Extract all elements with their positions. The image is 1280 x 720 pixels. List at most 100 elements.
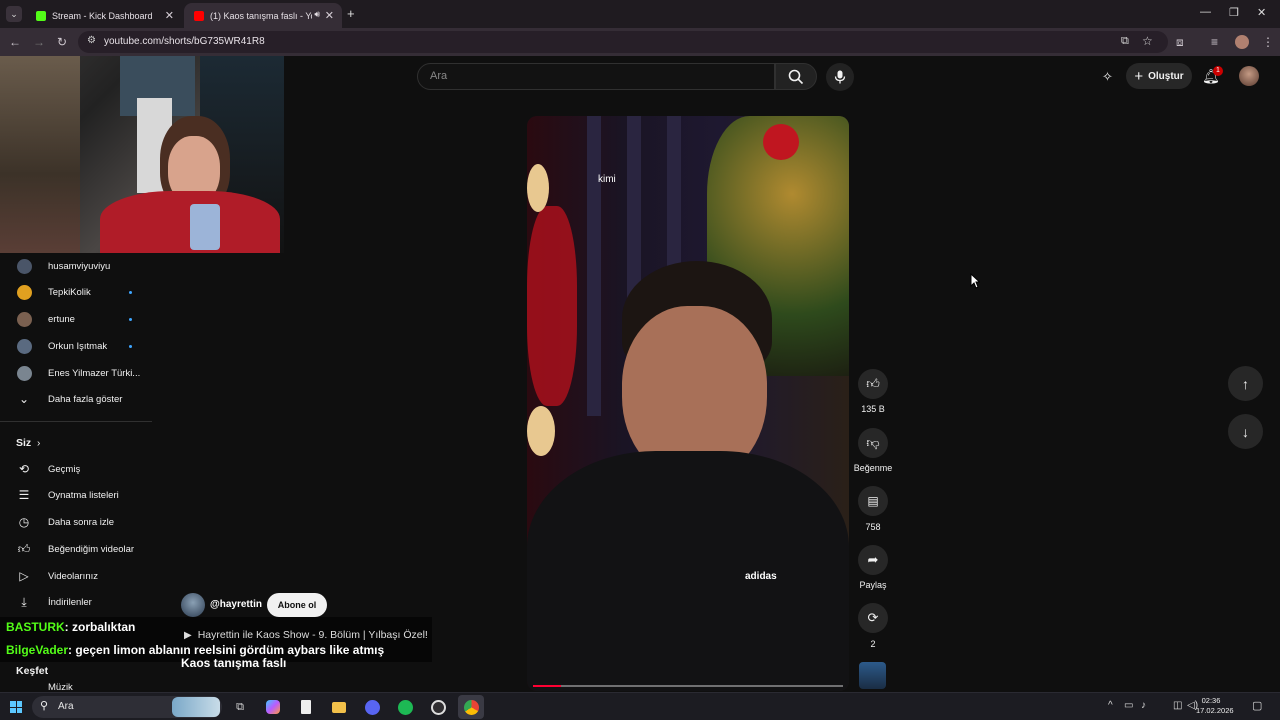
address-bar[interactable]: ⚙ youtube.com/shorts/bG735WR41R8 ⧉ ☆ xyxy=(78,31,1168,53)
dislike-button[interactable]: 👎︎ xyxy=(858,428,888,458)
url-text: youtube.com/shorts/bG735WR41R8 xyxy=(104,36,265,47)
play-icon: ▶ xyxy=(184,630,192,641)
notification-badge: 1 xyxy=(1213,66,1223,76)
close-tab-icon[interactable]: ✕ xyxy=(325,9,334,22)
sidebar-item-label: Beğendiğim videolar xyxy=(48,543,135,555)
sidebar-item-music[interactable]: Müzik xyxy=(0,682,152,692)
obs-icon[interactable] xyxy=(429,698,447,716)
clock-date: 17.02.2026 xyxy=(1196,706,1234,715)
tab-search-icon[interactable]: ⌄ xyxy=(6,6,22,22)
playlist-link[interactable]: ▶ Hayrettin ile Kaos Show - 9. Bölüm | Yı… xyxy=(184,629,428,641)
live-indicator xyxy=(129,317,132,321)
file-icon[interactable] xyxy=(297,698,315,716)
sidebar-item-playlists[interactable]: ☰ Oynatma listeleri xyxy=(0,482,152,508)
share-button[interactable]: ➦ xyxy=(858,545,888,575)
discord-icon[interactable] xyxy=(363,698,381,716)
remix-count: 2 xyxy=(870,639,876,649)
sidebar-item-label: Müzik xyxy=(48,682,73,692)
forward-icon[interactable]: → xyxy=(33,35,45,49)
remix-button[interactable]: ⟳ xyxy=(858,603,888,633)
channel-handle[interactable]: @hayrettin xyxy=(210,599,262,610)
account-avatar[interactable] xyxy=(1239,66,1259,86)
spotify-icon[interactable] xyxy=(396,698,414,716)
sidebar-channel-enes-yilmazer[interactable]: Enes Yilmazer Türki... xyxy=(0,360,152,386)
channel-name: husamviyuviyu xyxy=(48,260,111,272)
thumbs-up-icon: 👍︎ xyxy=(866,376,880,391)
channel-avatar[interactable] xyxy=(181,593,205,617)
extensions-icon[interactable]: ⧈ xyxy=(1176,35,1184,50)
create-button[interactable]: + Oluştur xyxy=(1126,63,1192,89)
sidebar-item-history[interactable]: ⟲ Geçmiş xyxy=(0,456,152,482)
taskbar-clock[interactable]: 02:36 17.02.2026 xyxy=(1196,696,1234,716)
tab-title: Stream - Kick Dashboard xyxy=(52,10,153,21)
next-short-button[interactable]: ↓ xyxy=(1228,414,1263,449)
cast-icon[interactable]: ⧉ xyxy=(1121,35,1129,48)
windows-start-icon[interactable] xyxy=(10,701,22,713)
sidebar-channel-husamviyuviyu[interactable]: husamviyuviyu xyxy=(0,253,152,279)
tray-microphone-icon[interactable]: ♪ xyxy=(1141,700,1146,711)
close-tab-icon[interactable]: ✕ xyxy=(165,9,174,22)
tray-chevron-icon[interactable]: ^ xyxy=(1108,700,1113,711)
chat-user: BilgeVader xyxy=(6,643,69,657)
tab-title: (1) Kaos tanışma faslı - YouT xyxy=(210,10,312,21)
channel-name: Orkun Işıtmak xyxy=(48,340,108,352)
tab-youtube-shorts[interactable]: (1) Kaos tanışma faslı - YouT 🔊︎ ✕ xyxy=(184,3,342,28)
sidebar-item-label: Videolarınız xyxy=(48,570,98,582)
notification-center-icon[interactable]: ▢ xyxy=(1252,699,1262,712)
sidebar-channel-ertune[interactable]: ertune xyxy=(0,306,152,332)
bookmark-star-icon[interactable]: ☆ xyxy=(1142,34,1153,48)
comment-icon: ▤ xyxy=(867,494,879,508)
studio-icon[interactable]: ✧ xyxy=(1102,69,1118,85)
tray-network-icon[interactable]: ◫ xyxy=(1173,700,1182,711)
tab-kick-dashboard[interactable]: Stream - Kick Dashboard ✕ xyxy=(26,3,182,28)
chevron-right-icon: › xyxy=(37,437,41,449)
copilot-icon[interactable] xyxy=(264,698,282,716)
media-control-icon[interactable]: ≡ xyxy=(1211,35,1218,49)
chrome-icon[interactable] xyxy=(458,695,484,719)
video-progress-track[interactable] xyxy=(533,685,843,687)
back-icon[interactable]: ← xyxy=(9,35,21,49)
comments-button[interactable]: ▤ xyxy=(858,486,888,516)
sidebar-channel-tepkikolik[interactable]: TepkiKolik xyxy=(0,279,152,305)
task-view-icon[interactable]: ⧉ xyxy=(231,698,249,716)
search-button[interactable] xyxy=(775,63,817,90)
remix-icon: ⟳ xyxy=(867,610,879,625)
subscribe-button[interactable]: Abone ol xyxy=(267,593,327,617)
channel-thumbnail[interactable] xyxy=(859,662,886,689)
live-indicator xyxy=(129,344,132,348)
sidebar-item-liked-videos[interactable]: 👍︎ Beğendiğim videolar xyxy=(0,536,152,562)
taskbar-search[interactable]: ⚲ Ara xyxy=(32,696,222,718)
search-input[interactable]: Ara xyxy=(417,63,775,90)
create-label: Oluştur xyxy=(1148,70,1184,82)
voice-search-button[interactable] xyxy=(826,63,854,91)
menu-icon[interactable]: ⋮ xyxy=(1262,35,1274,49)
sidebar-channel-orkun-isitmak[interactable]: Orkun Işıtmak xyxy=(0,333,152,359)
tray-display-icon[interactable]: ▭ xyxy=(1124,700,1133,711)
show-more-label: Daha fazla göster xyxy=(48,393,123,405)
close-window-icon[interactable]: ✕ xyxy=(1257,6,1266,19)
channel-avatar xyxy=(16,284,32,300)
minimize-icon[interactable]: — xyxy=(1200,6,1211,18)
like-button[interactable]: 👍︎ xyxy=(858,369,888,399)
sidebar-item-watch-later[interactable]: ◷ Daha sonra izle xyxy=(0,509,152,535)
site-info-icon[interactable]: ⚙ xyxy=(87,35,96,46)
microphone-icon xyxy=(834,70,846,84)
short-video-player[interactable]: adidas xyxy=(527,116,849,691)
sidebar-item-downloads[interactable]: ⤓ İndirilenler xyxy=(0,589,152,615)
profile-avatar[interactable] xyxy=(1235,35,1249,49)
new-tab-icon[interactable]: + xyxy=(347,6,355,21)
restore-icon[interactable]: ❐ xyxy=(1229,6,1239,19)
video-caption: kimi xyxy=(598,174,616,185)
previous-short-button[interactable]: ↑ xyxy=(1228,366,1263,401)
sidebar-item-your-videos[interactable]: ▷ Videolarınız xyxy=(0,563,152,589)
file-explorer-icon[interactable] xyxy=(330,698,348,716)
search-icon xyxy=(788,69,804,85)
sidebar-section-you[interactable]: Siz › xyxy=(0,430,152,456)
reload-icon[interactable]: ↻ xyxy=(57,35,67,49)
speaker-icon[interactable]: 🔊︎ xyxy=(314,9,320,20)
chat-message: BASTURK: zorbalıktan xyxy=(6,620,135,634)
explore-section-label: Keşfet xyxy=(16,665,49,677)
kick-icon xyxy=(36,10,46,21)
sidebar-show-more[interactable]: ⌄ Daha fazla göster xyxy=(0,386,152,412)
channel-name: ertune xyxy=(48,313,75,325)
